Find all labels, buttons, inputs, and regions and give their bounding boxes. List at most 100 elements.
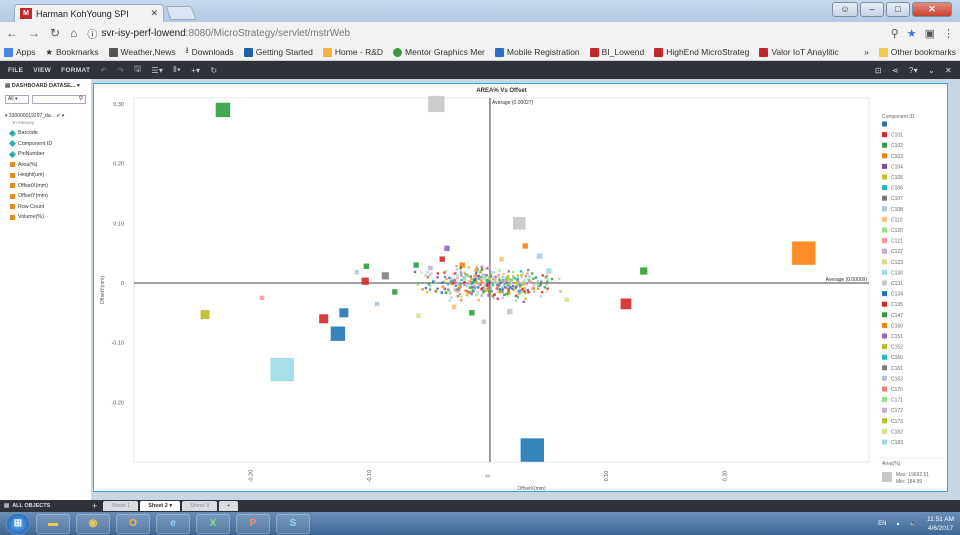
add-sheet-button[interactable]: + [219, 501, 239, 511]
more-bookmarks-icon[interactable]: » [864, 47, 869, 57]
sheet-tab-3[interactable]: Sheet 3 [182, 501, 218, 511]
url-field[interactable]: ⓘ svr-isy-perf-lowend:8080/MicroStrategy… [87, 26, 880, 41]
dataset-object-offsetx-mm[interactable]: OffsetX(mm) [5, 181, 86, 192]
refresh-icon[interactable]: ↻ [210, 66, 217, 75]
forward-arrow-icon[interactable]: → [28, 26, 40, 40]
present-icon[interactable]: ⊡ [875, 66, 882, 75]
excel-icon[interactable]: X [196, 513, 230, 534]
other-bookmarks[interactable]: Other bookmarks [878, 47, 956, 57]
dataset-name[interactable]: ▾ 330000019297_da... ✔ ▾ [5, 113, 86, 119]
bookmark-star-icon[interactable]: ★ [907, 27, 917, 40]
data-point [465, 284, 468, 287]
bookmark-home-rd[interactable]: Home - R&D [322, 47, 383, 57]
close-tab-icon[interactable]: ✕ [150, 8, 158, 19]
data-point [504, 284, 508, 287]
save-icon[interactable]: 🖫 [134, 63, 141, 77]
metric-icon [10, 204, 15, 210]
object-search-input[interactable]: ⚲ [32, 95, 86, 104]
new-tab-button[interactable] [165, 6, 197, 20]
bookmark-bookmarks[interactable]: ★ Bookmarks [45, 47, 98, 58]
sheet-tab-2[interactable]: Sheet 2 ▾ [140, 501, 181, 511]
volume-icon[interactable]: 🔈 [910, 520, 917, 527]
legend-swatch [882, 291, 887, 297]
scatter-chart-panel[interactable]: AREA% Vs Offset 0.30 0.20 0.10 0 -0.10 -0.20 -0… [93, 83, 948, 492]
bookmark-apps[interactable]: Apps [4, 47, 35, 57]
legend-label: C120 [891, 228, 903, 234]
sheet-tab-1[interactable]: Sheet 1 [103, 501, 139, 511]
bookmark-bi-lowend[interactable]: BI_Lowend [589, 47, 644, 57]
minimize-button[interactable]: – [860, 2, 884, 17]
data-point [444, 291, 448, 294]
dataset-panel-header[interactable]: ▤ DASHBOARD DATASE... ▾ [5, 83, 86, 89]
home-icon[interactable]: ⌂ [70, 26, 77, 40]
bookmark-highend-microstrategy[interactable]: HighEnd MicroStrateg [654, 47, 749, 57]
dataset-object-component-id[interactable]: Component ID [5, 139, 86, 150]
legend-swatch [882, 269, 887, 275]
tray-arrow-icon[interactable]: ▴ [897, 520, 900, 527]
bookmark-valor-iot[interactable]: Valor IoT Anaylitic [759, 47, 839, 57]
x-tick-label: 0 [486, 474, 492, 477]
bookmark-weather-news[interactable]: Weather,News [108, 47, 176, 57]
bookmark-mentor-graphics[interactable]: Mentor Graphics Mer [393, 47, 485, 57]
data-point [501, 288, 504, 291]
dataset-object-height-um[interactable]: Height(um) [5, 170, 86, 181]
help-icon[interactable]: ?▾ [909, 66, 918, 75]
insert-visualization-icon[interactable]: ⫴▾ [173, 65, 181, 75]
close-icon[interactable]: ✕ [945, 66, 952, 75]
undo-icon[interactable]: ↶ [100, 66, 107, 75]
object-filter-select[interactable]: All ▾ [5, 95, 29, 104]
bookmark-getting-started[interactable]: Getting Started [243, 47, 313, 57]
format-menu[interactable]: FORMAT [61, 67, 90, 74]
redo-icon[interactable]: ↷ [117, 66, 124, 75]
dataset-object-offsety-mm[interactable]: OffsetY(mm) [5, 191, 86, 202]
share-icon[interactable]: ⋖ [892, 66, 899, 75]
reload-icon[interactable]: ↻ [50, 26, 60, 40]
menu-icon[interactable]: ⋮ [943, 27, 954, 40]
add-data-icon[interactable]: ☰▾ [151, 66, 163, 75]
maximize-button[interactable]: □ [886, 2, 910, 17]
close-window-button[interactable]: ✕ [912, 2, 952, 17]
dataset-object-area[interactable]: Area(%) [5, 160, 86, 171]
extension-icon[interactable]: ▣ [925, 27, 935, 40]
dataset-object-row-count[interactable]: Row Count [5, 202, 86, 213]
scatter-chart[interactable]: AREA% Vs Offset 0.30 0.20 0.10 0 -0.10 -0.20 -0… [94, 84, 949, 493]
powerpoint-icon[interactable]: P [236, 513, 270, 534]
data-point [451, 304, 457, 310]
data-point [453, 288, 457, 292]
data-point [459, 270, 463, 273]
outlook-icon[interactable]: O [116, 513, 150, 534]
legend-swatch [882, 163, 887, 169]
collapse-icon[interactable]: ⌄ [928, 66, 935, 75]
dataset-object-volume[interactable]: Volume(%) [5, 212, 86, 223]
y-tick-label: 0 [121, 281, 124, 287]
data-point [532, 290, 536, 293]
dataset-object-pinnumber[interactable]: PinNumber [5, 149, 86, 160]
y-axis-title: OffsetY(mm) [100, 276, 106, 305]
chevron-down-icon[interactable]: ▾ [77, 83, 80, 89]
data-point [541, 274, 544, 277]
info-icon[interactable]: ⓘ [87, 26, 97, 41]
view-menu[interactable]: VIEW [33, 67, 51, 74]
chrome-icon[interactable]: ◉ [76, 513, 110, 534]
data-point [530, 272, 534, 275]
user-profile-icon[interactable]: ☺ [832, 2, 858, 17]
zoom-icon[interactable]: ⚲ [891, 27, 899, 40]
all-objects-button[interactable]: ▤ ALL OBJECTS [0, 503, 92, 509]
internet-explorer-icon[interactable]: e [156, 513, 190, 534]
skype-icon[interactable]: S [276, 513, 310, 534]
back-arrow-icon[interactable]: ← [6, 26, 18, 40]
download-icon: ⭳ [185, 45, 189, 55]
insert-icon[interactable]: +▾ [191, 66, 200, 75]
bookmark-mobile-registration[interactable]: Mobile Registration [494, 47, 580, 57]
bookmark-downloads[interactable]: ⭳ Downloads [186, 45, 234, 59]
file-menu[interactable]: FILE [8, 67, 23, 74]
data-point [792, 241, 816, 265]
clock[interactable]: 11:51 AM 4/6/2017 [927, 515, 954, 533]
start-button-icon[interactable]: ⊞ [6, 512, 30, 535]
data-point [454, 272, 457, 275]
explorer-icon[interactable]: ▬ [36, 513, 70, 534]
dataset-object-barcode[interactable]: Barcode [5, 128, 86, 139]
language-indicator[interactable]: EN [878, 521, 886, 527]
add-object-button[interactable]: + [92, 501, 97, 511]
browser-tab[interactable]: M Harman KohYoung SPI ✕ [14, 4, 164, 22]
